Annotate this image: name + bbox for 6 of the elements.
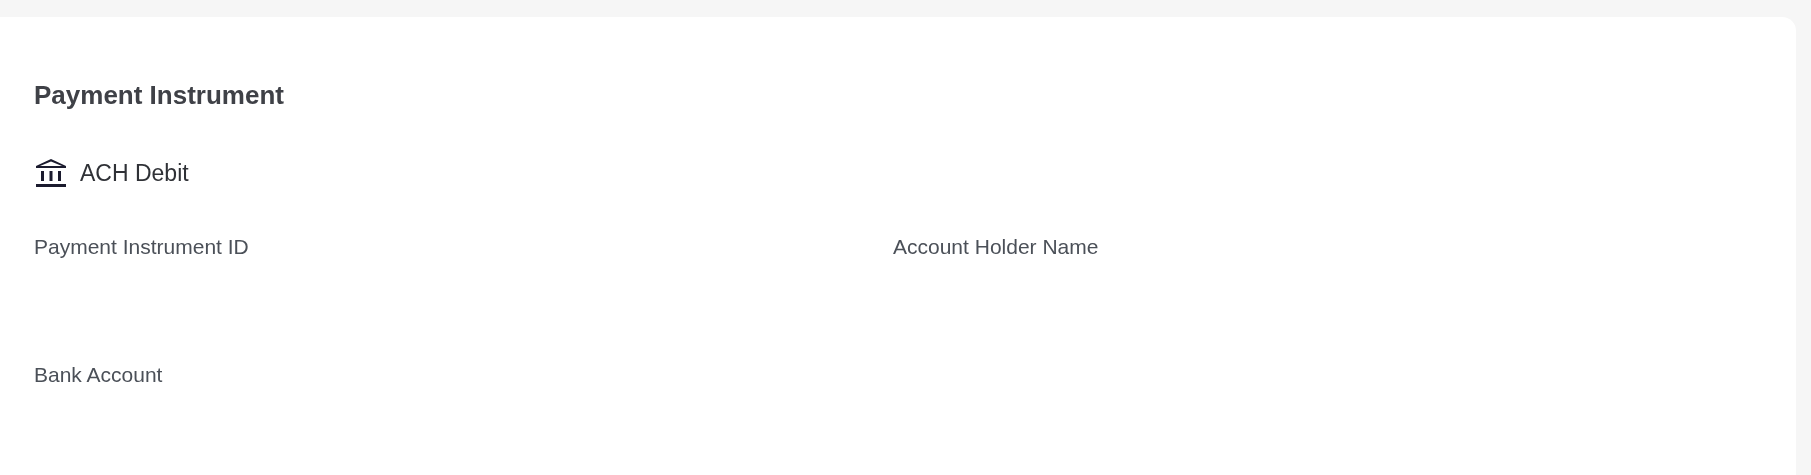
field-label: Account Holder Name — [893, 235, 1099, 258]
bank-icon — [34, 158, 68, 188]
field-label: Payment Instrument ID — [34, 235, 249, 258]
field-label: Bank Account — [34, 363, 163, 386]
payment-method-label: ACH Debit — [80, 159, 189, 187]
section-title: Payment Instrument — [34, 79, 285, 111]
